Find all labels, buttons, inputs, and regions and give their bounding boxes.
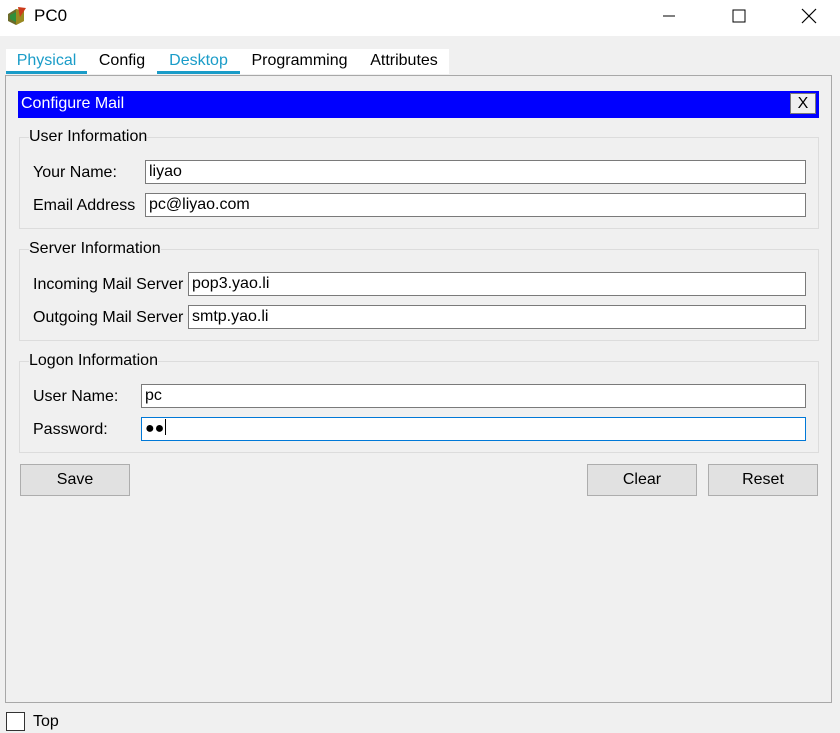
close-button[interactable] [774, 0, 840, 32]
email-address-input[interactable]: pc@liyao.com [145, 193, 806, 217]
title-bar: PC0 [0, 0, 840, 36]
password-label: Password: [33, 421, 108, 438]
minimize-icon [663, 15, 675, 17]
text-caret [165, 419, 167, 435]
reset-button[interactable]: Reset [708, 464, 818, 496]
your-name-label: Your Name: [33, 164, 117, 181]
outgoing-mail-server-input[interactable]: smtp.yao.li [188, 305, 806, 329]
tab-programming[interactable]: Programming [240, 49, 359, 74]
tab-physical[interactable]: Physical [6, 49, 87, 74]
app-close-button[interactable]: X [790, 93, 816, 114]
password-input[interactable]: ●● [141, 417, 806, 441]
user-information-legend: User Information [29, 128, 148, 146]
user-name-label: User Name: [33, 388, 119, 405]
outgoing-mail-server-label: Outgoing Mail Server [33, 309, 184, 326]
user-information-group: User Information Your Name: liyao Email … [19, 128, 819, 229]
tab-attributes[interactable]: Attributes [359, 49, 449, 74]
maximize-button[interactable] [704, 0, 774, 32]
server-information-group: Server Information Incoming Mail Server … [19, 240, 819, 341]
maximize-icon [732, 9, 746, 23]
clear-button[interactable]: Clear [587, 464, 697, 496]
incoming-mail-server-label: Incoming Mail Server [33, 276, 184, 293]
close-icon [801, 8, 817, 24]
logon-information-legend: Logon Information [29, 352, 158, 370]
logon-information-group: Logon Information User Name: pc Password… [19, 352, 819, 453]
email-address-label: Email Address [33, 197, 136, 214]
incoming-mail-server-input[interactable]: pop3.yao.li [188, 272, 806, 296]
tab-strip: Physical Config Desktop Programming Attr… [0, 36, 840, 76]
password-mask: ●● [145, 420, 165, 437]
minimize-button[interactable] [634, 0, 704, 32]
your-name-input[interactable]: liyao [145, 160, 806, 184]
window-title: PC0 [34, 6, 68, 25]
server-information-legend: Server Information [29, 240, 161, 258]
tab-desktop[interactable]: Desktop [157, 49, 240, 74]
save-button[interactable]: Save [20, 464, 130, 496]
configure-mail-header: Configure Mail X [18, 91, 819, 118]
user-name-input[interactable]: pc [141, 384, 806, 408]
pc-app-icon [6, 5, 30, 27]
tab-config[interactable]: Config [87, 49, 157, 74]
app-title: Configure Mail [21, 95, 125, 112]
top-checkbox[interactable] [6, 712, 25, 731]
top-label: Top [33, 713, 59, 730]
